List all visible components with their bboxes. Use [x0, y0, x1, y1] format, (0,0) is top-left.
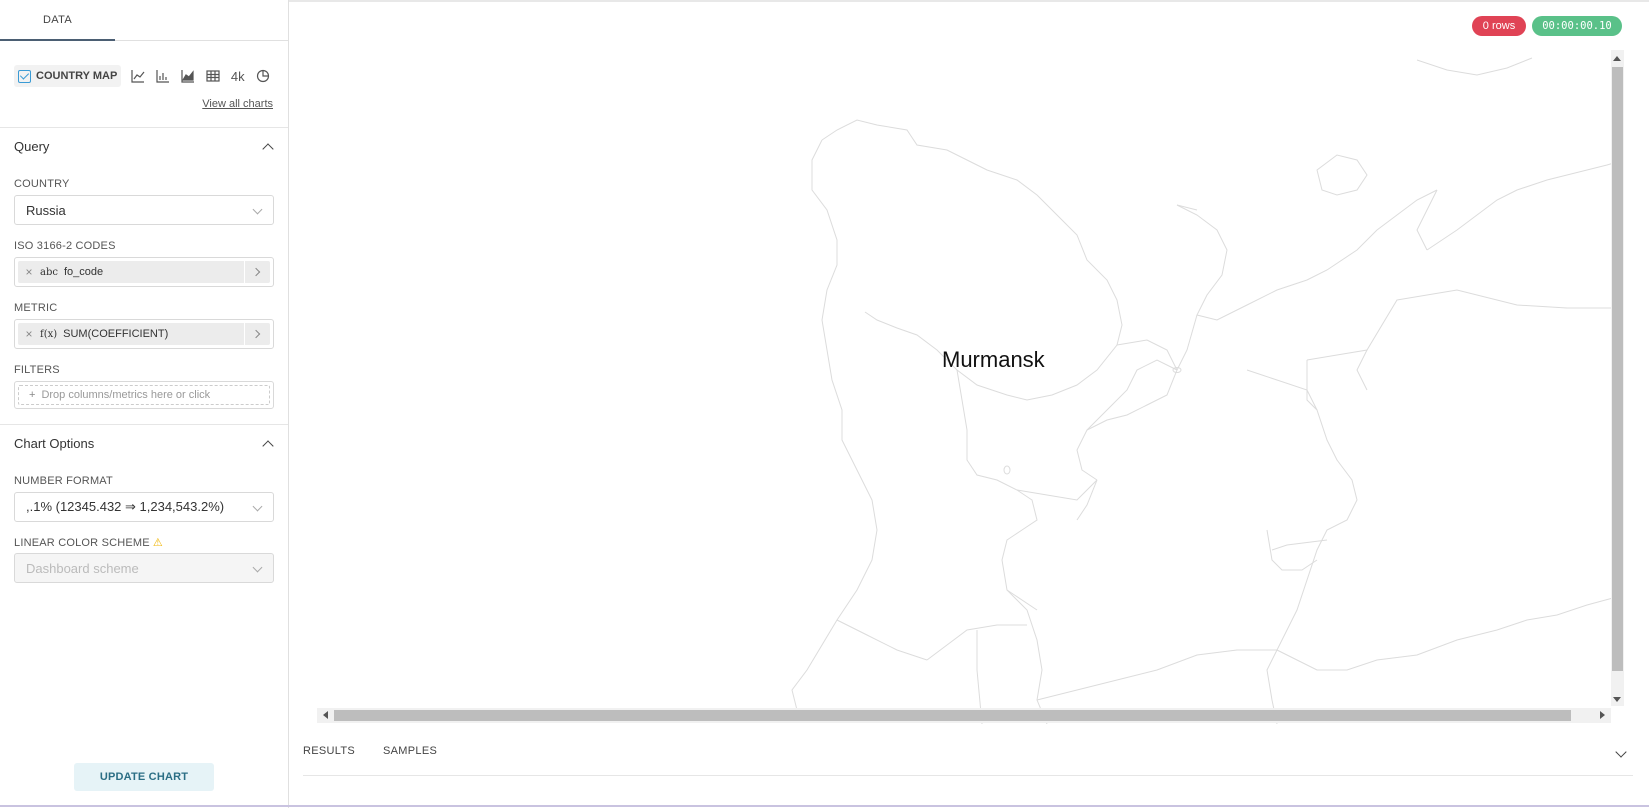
- string-type-icon: abc: [40, 266, 58, 278]
- iso-column-pill[interactable]: × abc fo_code: [18, 261, 270, 283]
- update-chart-button[interactable]: UPDATE CHART: [74, 763, 214, 791]
- divider: [0, 127, 288, 128]
- map-region-label: Murmansk: [942, 347, 1045, 372]
- vertical-scrollbar[interactable]: [1611, 50, 1624, 706]
- chevron-down-icon: [252, 204, 263, 215]
- divider: [0, 424, 288, 425]
- function-type-icon: f(x): [40, 328, 58, 340]
- color-scheme-label: LINEAR COLOR SCHEME ⚠: [14, 536, 163, 549]
- line-chart-icon[interactable]: [125, 65, 150, 87]
- chevron-right-icon[interactable]: [244, 323, 270, 345]
- color-scheme-label-text: LINEAR COLOR SCHEME: [14, 537, 150, 549]
- filters-drop-zone[interactable]: + Drop columns/metrics here or click: [14, 381, 274, 409]
- color-scheme-select: Dashboard scheme: [14, 553, 274, 583]
- remove-icon[interactable]: ×: [18, 265, 40, 279]
- country-map[interactable]: [317, 50, 1624, 724]
- scroll-up-icon[interactable]: [1613, 56, 1621, 61]
- big-number-icon[interactable]: 4k: [225, 65, 250, 87]
- chevron-right-icon[interactable]: [244, 261, 270, 283]
- scroll-down-icon[interactable]: [1613, 697, 1621, 702]
- plus-icon: +: [29, 389, 36, 401]
- iso-column-name: fo_code: [63, 266, 104, 278]
- viz-type-row: COUNTRY MAP 4k: [14, 65, 275, 87]
- results-tab-bar: RESULTS SAMPLES: [303, 745, 437, 757]
- filters-drop-inner[interactable]: + Drop columns/metrics here or click: [18, 385, 270, 405]
- row-count-badge: 0 rows: [1472, 16, 1526, 36]
- remove-icon[interactable]: ×: [18, 327, 40, 341]
- filters-label: FILTERS: [14, 364, 60, 376]
- chevron-up-icon[interactable]: [262, 440, 274, 452]
- area-chart-icon[interactable]: [175, 65, 200, 87]
- map-viewport[interactable]: Murmansk: [317, 50, 1624, 724]
- country-value: Russia: [26, 202, 66, 218]
- viz-type-label: COUNTRY MAP: [36, 70, 118, 82]
- pie-chart-icon[interactable]: [250, 65, 275, 87]
- tab-data[interactable]: DATA: [0, 0, 115, 41]
- control-panel: DATA COUNTRY MAP 4k View all charts Quer…: [0, 0, 289, 808]
- timer-badge: 00:00:00.10: [1532, 16, 1622, 36]
- bottom-border: [0, 805, 1649, 807]
- number-format-select[interactable]: ,.1% (12345.432 ⇒ 1,234,543.2%): [14, 492, 274, 522]
- viz-type-selected[interactable]: COUNTRY MAP: [14, 65, 122, 87]
- chart-area: 0 rows 00:00:00.10 Murmansk RESULTS SAMP…: [289, 0, 1649, 808]
- number-format-label: NUMBER FORMAT: [14, 475, 113, 487]
- bar-chart-icon[interactable]: [150, 65, 175, 87]
- country-label: COUNTRY: [14, 178, 70, 190]
- divider: [303, 775, 1633, 776]
- tab-samples[interactable]: SAMPLES: [383, 745, 437, 757]
- vertical-scroll-thumb[interactable]: [1612, 67, 1623, 671]
- query-section-title[interactable]: Query: [14, 139, 49, 154]
- scroll-left-icon[interactable]: [323, 711, 328, 719]
- map-region-white-sea: [956, 369, 1048, 724]
- table-icon[interactable]: [200, 65, 225, 87]
- filters-placeholder: Drop columns/metrics here or click: [41, 389, 211, 401]
- metric-label: METRIC: [14, 302, 58, 314]
- iso-codes-label: ISO 3166-2 CODES: [14, 240, 116, 252]
- warning-icon: ⚠: [152, 537, 163, 549]
- tab-results[interactable]: RESULTS: [303, 745, 355, 757]
- map-region-east: [1076, 339, 1178, 481]
- iso-codes-field[interactable]: × abc fo_code: [14, 257, 274, 287]
- number-format-value: ,.1% (12345.432 ⇒ 1,234,543.2%): [26, 499, 225, 514]
- horizontal-scroll-thumb[interactable]: [334, 710, 1571, 721]
- chevron-down-icon: [252, 501, 263, 512]
- chart-options-section-title[interactable]: Chart Options: [14, 436, 94, 451]
- metric-pill[interactable]: × f(x) SUM(COEFFICIENT): [18, 323, 270, 345]
- map-region-coast-west: [791, 139, 878, 711]
- chevron-down-icon: [252, 562, 263, 573]
- metric-field[interactable]: × f(x) SUM(COEFFICIENT): [14, 319, 274, 349]
- chevron-up-icon[interactable]: [262, 143, 274, 155]
- country-select[interactable]: Russia: [14, 195, 274, 225]
- horizontal-scrollbar[interactable]: [317, 708, 1611, 723]
- color-scheme-placeholder: Dashboard scheme: [26, 560, 139, 576]
- view-all-charts-link[interactable]: View all charts: [202, 98, 273, 110]
- panel-tab-bar: DATA: [0, 0, 288, 41]
- checkbox-icon: [18, 69, 31, 83]
- metric-name: SUM(COEFFICIENT): [63, 328, 169, 340]
- scroll-right-icon[interactable]: [1600, 711, 1605, 719]
- chevron-down-icon[interactable]: [1615, 746, 1627, 758]
- top-border: [289, 0, 1649, 2]
